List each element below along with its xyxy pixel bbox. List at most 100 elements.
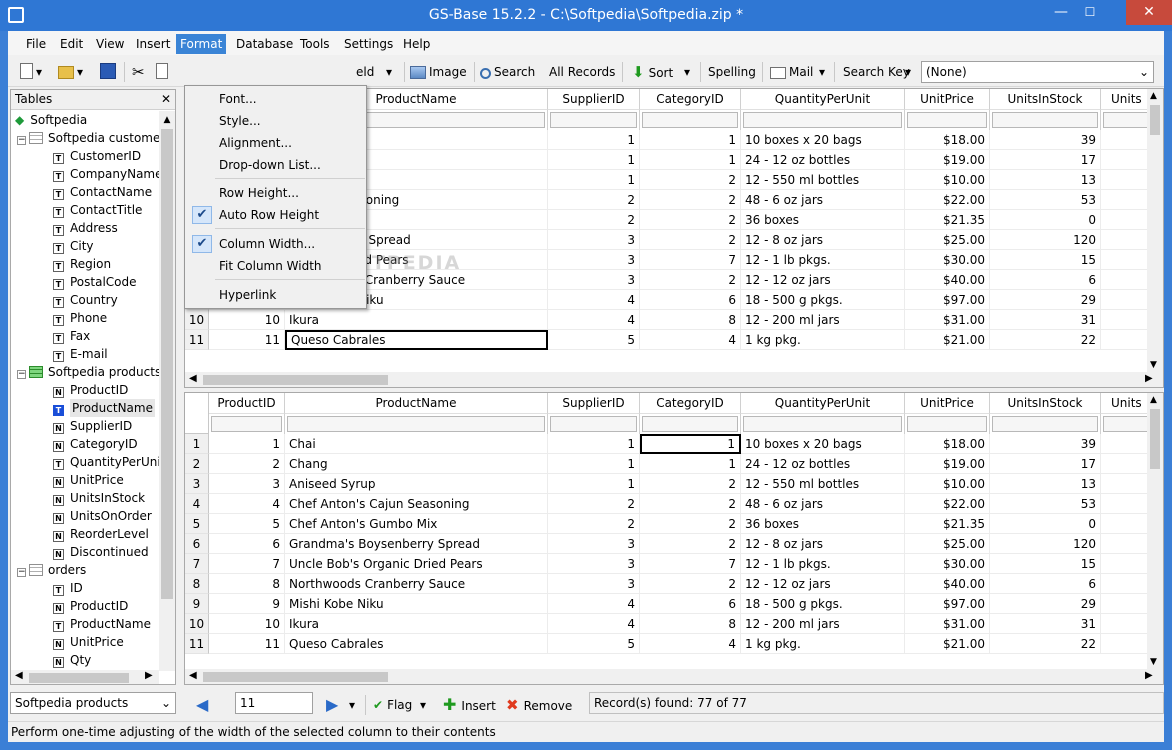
format-menu-item[interactable]: Row Height... [186, 183, 365, 203]
table-cell[interactable]: Ikura [285, 310, 548, 330]
column-filter-input[interactable] [640, 414, 741, 434]
table-cell[interactable]: 29 [990, 594, 1101, 614]
table-cell[interactable]: 10 [209, 614, 285, 634]
menu-insert[interactable]: Insert [132, 34, 174, 54]
column-filter-input[interactable] [905, 414, 990, 434]
spelling-button[interactable]: Spelling [708, 61, 756, 83]
tree-item[interactable]: T PostalCode [53, 273, 137, 291]
row-header[interactable]: 10 [185, 310, 209, 330]
table-cell[interactable]: 22 [990, 634, 1101, 654]
table-cell[interactable]: 2 [548, 210, 640, 230]
table-cell[interactable]: 12 - 12 oz jars [741, 270, 905, 290]
table-cell[interactable]: $21.00 [905, 330, 990, 350]
column-filter-input[interactable] [285, 414, 548, 434]
column-filter-input[interactable] [990, 110, 1101, 130]
format-menu-item[interactable]: ✔ Auto Row Height [186, 205, 365, 225]
table-cell[interactable]: Chang [285, 454, 548, 474]
row-header[interactable]: 11 [185, 330, 209, 350]
table-cell[interactable]: $40.00 [905, 270, 990, 290]
table-cell[interactable]: 24 - 12 oz bottles [741, 150, 905, 170]
tree-item[interactable]: T CustomerID [53, 147, 141, 165]
table-cell[interactable]: Ikura [285, 614, 548, 634]
table-cell[interactable]: 31 [990, 614, 1101, 634]
table-cell[interactable]: 12 - 550 ml bottles [741, 170, 905, 190]
table-cell[interactable]: 2 [640, 230, 741, 250]
tree-item[interactable]: N UnitsInStock [53, 489, 145, 507]
maximize-button[interactable]: ☐ [1076, 0, 1104, 25]
grid-hscrollbar[interactable]: ◀ ▶ [185, 372, 1163, 387]
grid-vscroll-thumb[interactable] [1150, 409, 1160, 469]
table-cell[interactable]: Queso Cabrales [285, 634, 548, 654]
table-cell[interactable]: 13 [990, 170, 1101, 190]
grid-vscrollbar[interactable]: ▲ ▼ [1147, 89, 1163, 372]
table-cell[interactable]: 2 [209, 454, 285, 474]
table-cell[interactable]: Chai [285, 434, 548, 454]
grid-hscrollbar[interactable]: ◀ ▶ [185, 669, 1163, 684]
table-cell[interactable]: 10 boxes x 20 bags [741, 130, 905, 150]
tree-item[interactable]: T ContactTitle [53, 201, 142, 219]
flag-dropdown-arrow[interactable]: ▾ [420, 694, 426, 716]
format-menu-item[interactable]: Drop-down List... [186, 155, 365, 175]
column-filter-input[interactable] [741, 110, 905, 130]
search-button[interactable]: Search [480, 61, 535, 83]
table-cell[interactable]: 8 [640, 310, 741, 330]
table-cell[interactable]: 4 [640, 634, 741, 654]
table-cell[interactable]: 1 [548, 130, 640, 150]
format-menu-item[interactable]: ✔ Column Width... [186, 234, 365, 254]
format-menu-item[interactable]: Style... [186, 111, 365, 131]
table-cell[interactable]: 11 [209, 634, 285, 654]
table-cell[interactable]: Chef Anton's Cajun Seasoning [285, 494, 548, 514]
table-cell[interactable]: 39 [990, 130, 1101, 150]
table-cell[interactable]: 1 [640, 434, 741, 454]
table-cell[interactable]: 22 [990, 330, 1101, 350]
tree-item[interactable]: T CompanyName [53, 165, 163, 183]
tree-item[interactable]: − Softpedia products [17, 363, 161, 381]
table-cell[interactable]: 12 - 550 ml bottles [741, 474, 905, 494]
column-header[interactable]: ProductID [209, 393, 285, 414]
column-filter-input[interactable] [741, 414, 905, 434]
table-cell[interactable]: 0 [990, 210, 1101, 230]
table-cell[interactable]: 120 [990, 230, 1101, 250]
table-cell[interactable]: 12 - 1 lb pkgs. [741, 554, 905, 574]
search-key-select[interactable]: (None) ⌄ [921, 61, 1154, 83]
collapse-icon[interactable]: − [17, 136, 26, 145]
table-cell[interactable]: 12 - 8 oz jars [741, 534, 905, 554]
tree-scrollbar[interactable]: ▲ [159, 111, 175, 671]
table-cell[interactable]: 10 [209, 310, 285, 330]
table-cell[interactable]: 5 [548, 634, 640, 654]
previous-record-icon[interactable]: ◀ [196, 694, 208, 716]
format-menu-item[interactable]: Hyperlink [186, 285, 365, 305]
table-cell[interactable]: 1 [548, 434, 640, 454]
table-cell[interactable]: 4 [209, 494, 285, 514]
tree-scroll-thumb[interactable] [161, 129, 173, 599]
table-cell[interactable]: $40.00 [905, 574, 990, 594]
grid-hscroll-thumb[interactable] [203, 672, 388, 682]
tree-item[interactable]: T QuantityPerUnit [53, 453, 163, 471]
table-cell[interactable]: 36 boxes [741, 210, 905, 230]
tree-item[interactable]: T ID [53, 579, 83, 597]
table-cell[interactable]: 18 - 500 g pkgs. [741, 594, 905, 614]
tree-item[interactable]: N UnitsOnOrder [53, 507, 152, 525]
tree-item[interactable]: N CategoryID [53, 435, 138, 453]
table-cell[interactable]: Chef Anton's Gumbo Mix [285, 514, 548, 534]
table-cell[interactable]: 12 - 200 ml jars [741, 310, 905, 330]
table-cell[interactable]: 1 [640, 130, 741, 150]
table-cell[interactable]: 4 [640, 330, 741, 350]
flag-button[interactable]: ✔ Flag [373, 694, 412, 716]
column-filter-input[interactable] [990, 414, 1101, 434]
table-cell[interactable]: 7 [640, 250, 741, 270]
row-header[interactable]: 10 [185, 614, 209, 634]
table-cell[interactable]: 1 [548, 474, 640, 494]
table-cell[interactable]: $30.00 [905, 250, 990, 270]
tree-item[interactable]: T ProductName [53, 615, 151, 633]
table-cell[interactable]: 1 [548, 170, 640, 190]
row-header[interactable]: 3 [185, 474, 209, 494]
table-cell[interactable]: 5 [548, 330, 640, 350]
tree-item[interactable]: N Discontinued [53, 543, 149, 561]
table-cell[interactable]: 24 - 12 oz bottles [741, 454, 905, 474]
tree-hscroll-thumb[interactable] [29, 673, 129, 683]
table-cell[interactable]: Aniseed Syrup [285, 474, 548, 494]
grid-vscrollbar[interactable]: ▲ ▼ [1147, 393, 1163, 669]
table-cell[interactable]: 15 [990, 250, 1101, 270]
table-cell[interactable]: Uncle Bob's Organic Dried Pears [285, 554, 548, 574]
